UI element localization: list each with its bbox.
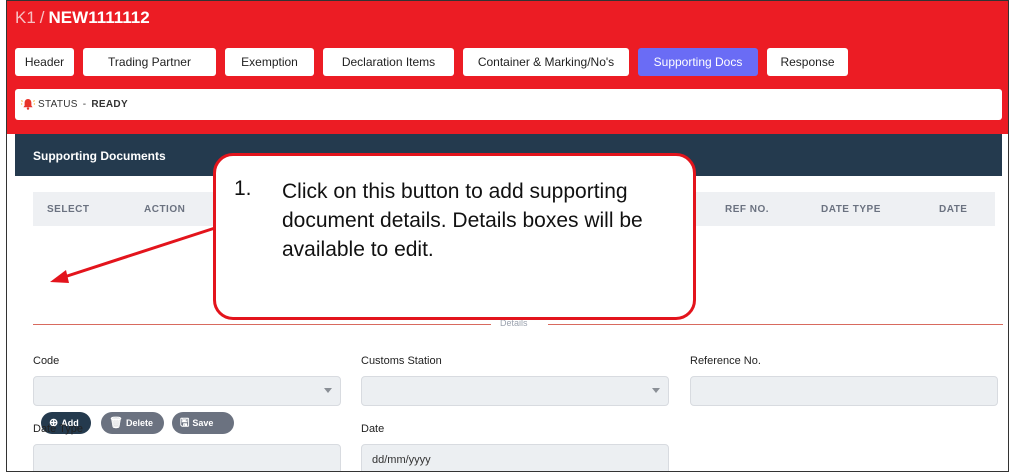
bell-icon [21, 99, 35, 110]
save-button[interactable]: 🖫 Save [172, 412, 234, 434]
trash-icon: 🗑 [109, 417, 123, 429]
date-input[interactable]: dd/mm/yyyy [361, 444, 669, 471]
chevron-down-icon [324, 388, 332, 393]
tab-supporting-docs[interactable]: Supporting Docs [638, 48, 758, 76]
reference-no-label: Reference No. [690, 355, 761, 367]
code-label: Code [33, 355, 60, 367]
date-placeholder: dd/mm/yyyy [372, 454, 431, 466]
date-type-input[interactable] [33, 444, 341, 471]
customs-station-select[interactable] [361, 376, 669, 406]
breadcrumb-separator: / [39, 8, 45, 27]
status-bar: STATUS - READY [15, 89, 1002, 120]
col-action[interactable]: ACTION [144, 204, 185, 215]
delete-button-label: Delete [125, 418, 153, 428]
reference-no-input[interactable] [690, 376, 998, 406]
floppy-disk-icon: 🖫 [180, 417, 190, 429]
chevron-down-icon [652, 388, 660, 393]
status-dash: - [82, 99, 87, 110]
callout-number: 1. [234, 177, 252, 200]
tab-trading-partner[interactable]: Trading Partner [83, 48, 216, 76]
col-select[interactable]: SELECT [47, 204, 89, 215]
breadcrumb-doc-number: NEW1111112 [48, 8, 150, 27]
status-label: STATUS [38, 99, 78, 110]
date-type-label: Date Type [33, 423, 83, 435]
code-select[interactable] [33, 376, 341, 406]
col-date[interactable]: DATE [939, 204, 967, 215]
col-ref-no[interactable]: REF NO. [725, 204, 769, 215]
delete-button[interactable]: 🗑 Delete [101, 412, 164, 434]
details-divider-left [33, 324, 491, 325]
breadcrumb: K1/NEW1111112 [15, 8, 150, 28]
tab-header[interactable]: Header [15, 48, 74, 76]
save-button-label: Save [192, 418, 214, 428]
tab-declaration-items[interactable]: Declaration Items [323, 48, 454, 76]
tab-container-marking[interactable]: Container & Marking/No's [463, 48, 629, 76]
status-value: READY [91, 99, 128, 110]
callout-text: Click on this button to add supporting d… [282, 180, 643, 261]
callout-box: 1. Click on this button to add supportin… [213, 153, 696, 320]
tab-exemption[interactable]: Exemption [225, 48, 314, 76]
details-divider-right [548, 324, 1003, 325]
top-bar: K1/NEW1111112 Header Trading Partner Exe… [7, 1, 1008, 134]
section-title: Supporting Documents [33, 149, 166, 163]
breadcrumb-prefix[interactable]: K1 [15, 8, 36, 27]
date-label: Date [361, 423, 385, 435]
tab-response[interactable]: Response [767, 48, 848, 76]
customs-station-label: Customs Station [361, 355, 442, 367]
col-date-type[interactable]: DATE TYPE [821, 204, 881, 215]
